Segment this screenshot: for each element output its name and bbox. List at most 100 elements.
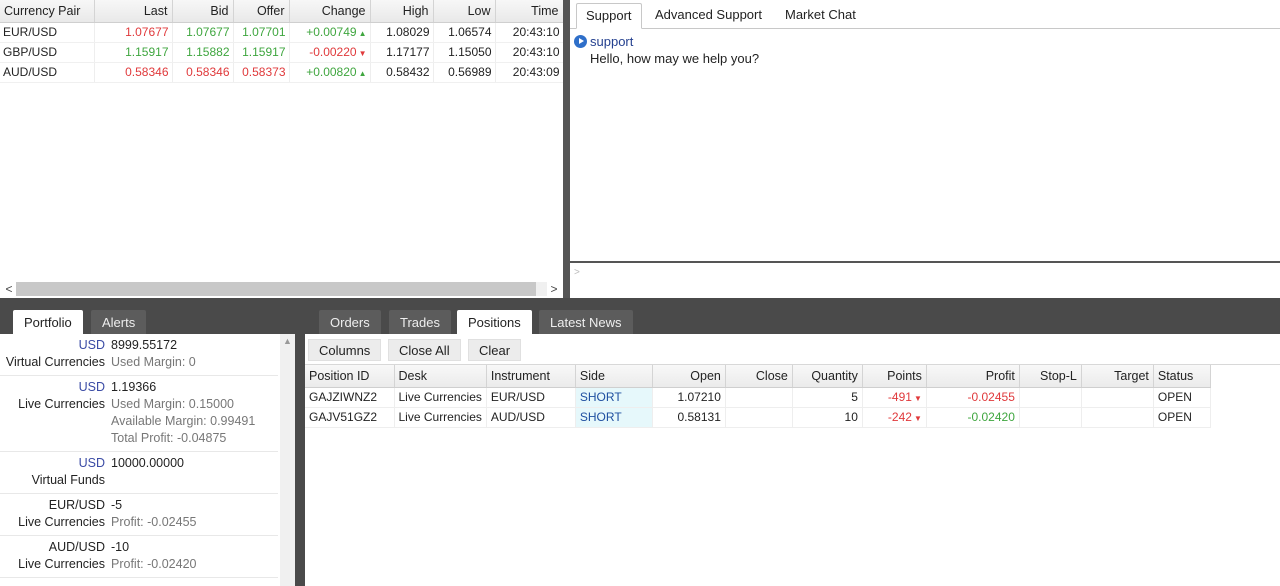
chat-sender: support (590, 34, 634, 49)
quote-offer[interactable]: 0.58373 (233, 62, 290, 83)
quote-offer[interactable]: 1.07701 (233, 22, 290, 43)
down-arrow-icon: ▼ (913, 394, 922, 403)
column-header-change[interactable]: Change (289, 0, 371, 23)
clear-button[interactable]: Clear (468, 339, 522, 361)
column-header-low[interactable]: Low (433, 0, 496, 23)
quote-high: 0.58432 (370, 62, 434, 83)
quote-low: 0.56989 (433, 62, 496, 83)
column-header-desk[interactable]: Desk (394, 365, 487, 388)
scroll-right-icon[interactable]: > (547, 281, 561, 297)
tab-market-chat[interactable]: Market Chat (776, 3, 865, 29)
quote-change: +0.00820 (306, 65, 357, 79)
position-status: OPEN (1153, 407, 1211, 428)
chat-input[interactable]: > (570, 261, 1280, 298)
portfolio-entry[interactable]: USD 1.19366 Live Currencies Used Margin:… (0, 376, 278, 452)
position-close (725, 387, 793, 408)
quote-bid[interactable]: 1.15882 (172, 42, 234, 63)
quotes-horizontal-scrollbar[interactable]: < > (0, 280, 563, 298)
position-target[interactable] (1081, 387, 1154, 408)
scroll-up-icon[interactable]: ▲ (280, 336, 295, 346)
positions-panel: Columns Close All Clear Position ID Desk… (305, 334, 1280, 586)
horizontal-splitter[interactable] (0, 298, 1280, 308)
column-header-close[interactable]: Close (725, 365, 793, 388)
tab-latest-news[interactable]: Latest News (539, 310, 633, 335)
portfolio-entry[interactable]: AUD/USD -10 Live Currencies Profit: -0.0… (0, 536, 278, 578)
column-header-open[interactable]: Open (652, 365, 726, 388)
column-header-status[interactable]: Status (1153, 365, 1211, 388)
position-profit: -0.02420 (926, 407, 1020, 428)
column-header-instrument[interactable]: Instrument (486, 365, 576, 388)
entry-label: Virtual Funds (31, 473, 105, 487)
entry-value: 10000.00000 (111, 456, 184, 470)
portfolio-vertical-scrollbar[interactable]: ▲ (280, 334, 295, 586)
columns-button[interactable]: Columns (308, 339, 382, 361)
column-header-quantity[interactable]: Quantity (792, 365, 863, 388)
position-row[interactable]: GAJV51GZ2 Live Currencies AUD/USD SHORT … (305, 407, 1211, 428)
scroll-left-icon[interactable]: < (2, 281, 16, 297)
column-header-bid[interactable]: Bid (172, 0, 234, 23)
column-header-stop-loss[interactable]: Stop-L (1019, 365, 1082, 388)
quote-offer[interactable]: 1.15917 (233, 42, 290, 63)
quote-time: 20:43:09 (495, 62, 563, 83)
quote-time: 20:43:10 (495, 22, 563, 43)
quote-row-aud-usd[interactable]: AUD/USD 0.58346 0.58346 0.58373 +0.00820… (0, 62, 563, 83)
entry-currency: AUD/USD (48, 540, 105, 554)
entry-label: Live Currencies (18, 397, 105, 411)
play-icon (574, 35, 587, 48)
tab-positions[interactable]: Positions (457, 310, 532, 336)
position-profit: -0.02455 (926, 387, 1020, 408)
quote-bid[interactable]: 0.58346 (172, 62, 234, 83)
column-header-position-id[interactable]: Position ID (305, 365, 395, 388)
position-open: 1.07210 (652, 387, 726, 408)
quote-last: 1.07677 (94, 22, 173, 43)
tab-portfolio[interactable]: Portfolio (13, 310, 83, 336)
entry-detail: Available Margin: 0.99491 (111, 414, 256, 428)
entry-detail: Profit: -0.02455 (111, 515, 197, 529)
position-quantity: 5 (792, 387, 863, 408)
portfolio-entry[interactable]: EUR/USD -5 Live Currencies Profit: -0.02… (0, 494, 278, 536)
position-side[interactable]: SHORT (575, 407, 653, 428)
scroll-thumb[interactable] (16, 282, 536, 296)
column-header-high[interactable]: High (370, 0, 434, 23)
vertical-splitter[interactable] (563, 0, 570, 298)
portfolio-entry[interactable]: USD 10000.00000 Virtual Funds (0, 452, 278, 494)
position-side[interactable]: SHORT (575, 387, 653, 408)
quotes-panel: Currency Pair Last Bid Offer Change High… (0, 0, 563, 298)
quotes-table: Currency Pair Last Bid Offer Change High… (0, 0, 563, 83)
position-points: -491 (887, 390, 912, 404)
positions-table: Position ID Desk Instrument Side Open Cl… (305, 365, 1211, 428)
tab-trades[interactable]: Trades (389, 310, 451, 335)
column-header-currency-pair[interactable]: Currency Pair (0, 0, 95, 23)
quote-bid[interactable]: 1.07677 (172, 22, 234, 43)
position-row[interactable]: GAJZIWNZ2 Live Currencies EUR/USD SHORT … (305, 387, 1211, 408)
position-stop-loss[interactable] (1019, 387, 1082, 408)
quote-row-gbp-usd[interactable]: GBP/USD 1.15917 1.15882 1.15917 -0.00220… (0, 42, 563, 63)
position-target[interactable] (1081, 407, 1154, 428)
column-header-offer[interactable]: Offer (233, 0, 290, 23)
chat-input-prompt: > (574, 267, 580, 278)
portfolio-entry[interactable]: USD 8999.55172 Virtual Currencies Used M… (0, 334, 278, 376)
tab-orders[interactable]: Orders (319, 310, 381, 335)
down-arrow-icon: ▼ (358, 49, 367, 58)
entry-detail: Profit: -0.02420 (111, 557, 197, 571)
column-header-last[interactable]: Last (94, 0, 173, 23)
quote-pair: EUR/USD (0, 22, 95, 43)
entry-value: 8999.55172 (111, 338, 178, 352)
quote-row-eur-usd[interactable]: EUR/USD 1.07677 1.07677 1.07701 +0.00749… (0, 22, 563, 43)
tab-advanced-support[interactable]: Advanced Support (646, 3, 771, 29)
tab-alerts[interactable]: Alerts (91, 310, 147, 335)
chat-panel: Support Advanced Support Market Chat sup… (570, 0, 1280, 298)
column-header-target[interactable]: Target (1081, 365, 1154, 388)
column-header-profit[interactable]: Profit (926, 365, 1020, 388)
position-status: OPEN (1153, 387, 1211, 408)
position-stop-loss[interactable] (1019, 407, 1082, 428)
close-all-button[interactable]: Close All (388, 339, 461, 361)
quote-low: 1.15050 (433, 42, 496, 63)
column-header-time[interactable]: Time (495, 0, 563, 23)
column-header-side[interactable]: Side (575, 365, 653, 388)
column-header-points[interactable]: Points (862, 365, 927, 388)
quote-change: +0.00749 (306, 25, 357, 39)
tab-support[interactable]: Support (576, 3, 642, 29)
entry-detail: Total Profit: -0.04875 (111, 431, 227, 445)
entry-currency: EUR/USD (48, 498, 105, 512)
